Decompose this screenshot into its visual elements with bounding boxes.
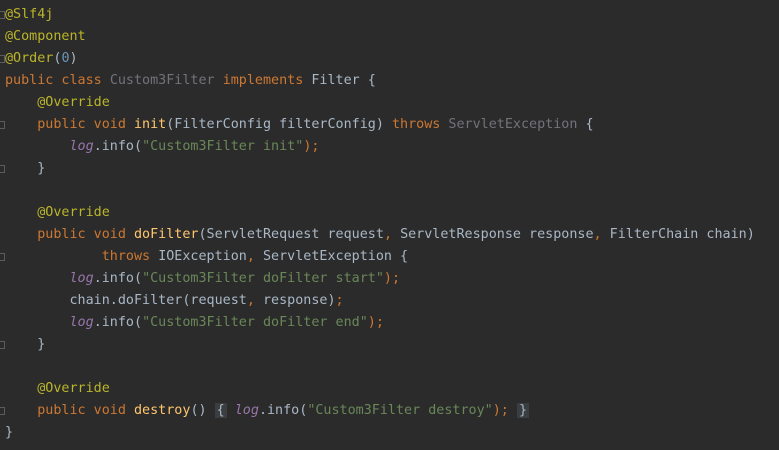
- code-token: ServletException: [448, 117, 586, 132]
- code-token: IOException: [158, 249, 247, 264]
- code-token: (FilterConfig filterConfig): [166, 117, 392, 132]
- code-token: }: [5, 425, 14, 440]
- code-line[interactable]: log.info("Custom3Filter init");: [0, 136, 779, 158]
- code-token: public void: [37, 117, 134, 132]
- code-line[interactable]: [0, 356, 779, 378]
- code-token: Custom3Filter: [109, 73, 223, 88]
- code-token: "Custom3Filter doFilter end": [142, 315, 368, 330]
- fold-marker-icon[interactable]: [0, 341, 5, 349]
- code-token: .info(: [93, 139, 143, 154]
- fold-marker-icon[interactable]: [0, 407, 5, 415]
- fold-marker-icon[interactable]: [0, 121, 5, 129]
- code-line[interactable]: }: [0, 422, 779, 444]
- code-token: "Custom3Filter doFilter start": [142, 271, 384, 286]
- code-token: ,: [593, 227, 610, 242]
- folded-region[interactable]: }: [516, 403, 529, 418]
- code-token: doFilter: [134, 227, 199, 242]
- fold-marker-icon[interactable]: [0, 11, 5, 19]
- code-token: @Override: [37, 205, 110, 220]
- code-token: public void: [37, 227, 134, 242]
- code-token: );: [492, 403, 509, 418]
- code-token: @Override: [37, 95, 110, 110]
- code-line[interactable]: log.info("Custom3Filter doFilter end");: [0, 312, 779, 334]
- code-token: public class: [5, 73, 110, 88]
- code-token: (ServletRequest request: [198, 227, 384, 242]
- code-token: ;: [335, 293, 344, 308]
- code-token: log: [69, 271, 94, 286]
- code-token: ,: [246, 249, 263, 264]
- code-line[interactable]: [0, 180, 779, 202]
- code-token: (): [190, 403, 215, 418]
- code-line[interactable]: public void doFilter(ServletRequest requ…: [0, 224, 779, 246]
- code-token: @Component: [5, 29, 86, 44]
- code-token: }: [5, 337, 46, 352]
- code-line[interactable]: throws IOException, ServletException {: [0, 246, 779, 268]
- code-token: {: [585, 117, 594, 132]
- code-token: throws: [101, 249, 159, 264]
- code-token: Filter {: [311, 73, 376, 88]
- code-token: chain.doFilter(request: [5, 293, 247, 308]
- code-token: "Custom3Filter destroy": [307, 403, 493, 418]
- code-line[interactable]: @Component: [0, 26, 779, 48]
- code-line[interactable]: @Override: [0, 202, 779, 224]
- code-token: ,: [383, 227, 401, 242]
- code-token: log: [69, 315, 94, 330]
- code-line[interactable]: @Override: [0, 92, 779, 114]
- code-token: "Custom3Filter init": [142, 139, 304, 154]
- code-token: );: [383, 271, 401, 286]
- code-token: init: [134, 117, 167, 132]
- code-token: @Order: [5, 51, 54, 66]
- code-token: implements: [222, 73, 312, 88]
- code-line[interactable]: log.info("Custom3Filter doFilter start")…: [0, 268, 779, 290]
- folded-region[interactable]: {: [214, 403, 227, 418]
- code-token: ): [69, 51, 78, 66]
- code-token: .info(: [93, 271, 143, 286]
- code-token: .info(: [258, 403, 308, 418]
- code-line[interactable]: }: [0, 158, 779, 180]
- fold-marker-icon[interactable]: [0, 55, 5, 63]
- code-line[interactable]: chain.doFilter(request, response);: [0, 290, 779, 312]
- code-line[interactable]: public class Custom3Filter implements Fi…: [0, 70, 779, 92]
- code-token: log: [234, 403, 259, 418]
- code-token: log: [69, 139, 94, 154]
- code-token: @Slf4j: [5, 7, 54, 22]
- code-token: ,: [246, 293, 263, 308]
- code-token: @Override: [37, 381, 110, 396]
- code-editor[interactable]: @Slf4j @Component @Order(0) public class Cu…: [0, 4, 779, 444]
- fold-marker-icon[interactable]: [0, 165, 5, 173]
- code-token: FilterChain chain): [609, 227, 755, 242]
- code-token: public void: [37, 403, 134, 418]
- code-line[interactable]: public void init(FilterConfig filterConf…: [0, 114, 779, 136]
- code-token: destroy: [134, 403, 191, 418]
- code-line[interactable]: @Order(0): [0, 48, 779, 70]
- code-token: throws: [391, 117, 449, 132]
- code-token: ServletException {: [263, 249, 409, 264]
- code-token: }: [5, 161, 46, 176]
- code-token: );: [303, 139, 320, 154]
- code-line[interactable]: public void destroy() { log.info("Custom…: [0, 400, 779, 422]
- fold-marker-icon[interactable]: [0, 253, 5, 261]
- code-token: );: [367, 315, 384, 330]
- code-token: .info(: [93, 315, 143, 330]
- code-token: 0: [61, 51, 70, 66]
- code-line[interactable]: }: [0, 334, 779, 356]
- code-line[interactable]: @Override: [0, 378, 779, 400]
- code-token: ServletResponse response: [400, 227, 594, 242]
- code-token: response): [262, 293, 336, 308]
- code-line[interactable]: @Slf4j: [0, 4, 779, 26]
